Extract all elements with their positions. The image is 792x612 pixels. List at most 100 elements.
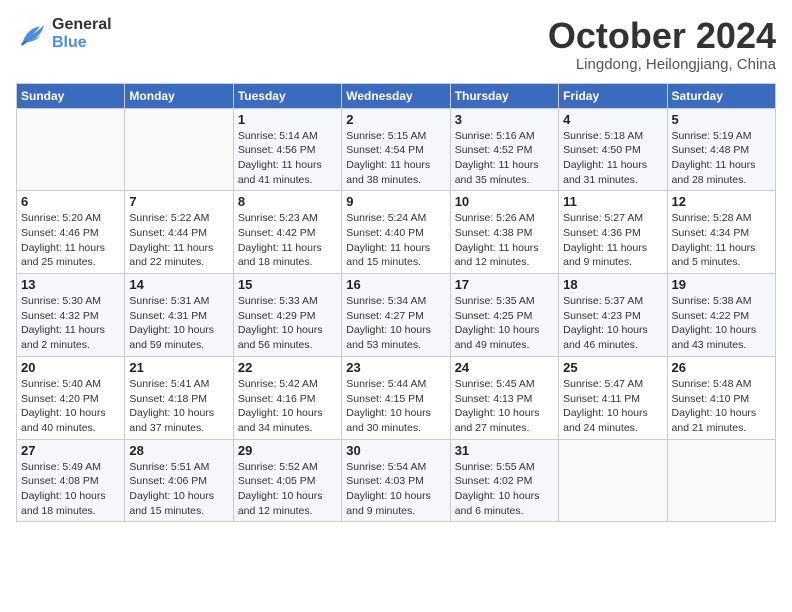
day-number: 5 [672, 112, 771, 127]
day-detail: Sunrise: 5:45 AMSunset: 4:13 PMDaylight:… [455, 377, 554, 436]
calendar-cell: 28 Sunrise: 5:51 AMSunset: 4:06 PMDayligh… [125, 439, 233, 522]
day-number: 3 [455, 112, 554, 127]
day-detail: Sunrise: 5:41 AMSunset: 4:18 PMDaylight:… [129, 377, 228, 436]
calendar-cell: 8 Sunrise: 5:23 AMSunset: 4:42 PMDaylight… [233, 191, 341, 274]
day-number: 1 [238, 112, 337, 127]
day-number: 16 [346, 277, 445, 292]
day-number: 21 [129, 360, 228, 375]
calendar-cell: 11 Sunrise: 5:27 AMSunset: 4:36 PMDayligh… [559, 191, 667, 274]
calendar-cell: 31 Sunrise: 5:55 AMSunset: 4:02 PMDayligh… [450, 439, 558, 522]
day-detail: Sunrise: 5:38 AMSunset: 4:22 PMDaylight:… [672, 294, 771, 353]
day-number: 15 [238, 277, 337, 292]
calendar-cell: 16 Sunrise: 5:34 AMSunset: 4:27 PMDayligh… [342, 274, 450, 357]
day-detail: Sunrise: 5:37 AMSunset: 4:23 PMDaylight:… [563, 294, 662, 353]
day-detail: Sunrise: 5:47 AMSunset: 4:11 PMDaylight:… [563, 377, 662, 436]
logo-icon [16, 20, 48, 48]
day-detail: Sunrise: 5:23 AMSunset: 4:42 PMDaylight:… [238, 211, 337, 270]
day-detail: Sunrise: 5:48 AMSunset: 4:10 PMDaylight:… [672, 377, 771, 436]
day-number: 13 [21, 277, 120, 292]
day-detail: Sunrise: 5:34 AMSunset: 4:27 PMDaylight:… [346, 294, 445, 353]
day-detail: Sunrise: 5:22 AMSunset: 4:44 PMDaylight:… [129, 211, 228, 270]
day-detail: Sunrise: 5:15 AMSunset: 4:54 PMDaylight:… [346, 129, 445, 188]
calendar-cell: 2 Sunrise: 5:15 AMSunset: 4:54 PMDaylight… [342, 108, 450, 191]
calendar-cell: 12 Sunrise: 5:28 AMSunset: 4:34 PMDayligh… [667, 191, 775, 274]
day-number: 26 [672, 360, 771, 375]
day-number: 11 [563, 194, 662, 209]
weekday-header: Wednesday [342, 83, 450, 108]
day-number: 31 [455, 443, 554, 458]
day-number: 2 [346, 112, 445, 127]
weekday-header: Friday [559, 83, 667, 108]
calendar-cell: 23 Sunrise: 5:44 AMSunset: 4:15 PMDayligh… [342, 356, 450, 439]
logo: General Blue [16, 16, 112, 52]
day-number: 8 [238, 194, 337, 209]
calendar-cell: 25 Sunrise: 5:47 AMSunset: 4:11 PMDayligh… [559, 356, 667, 439]
day-number: 4 [563, 112, 662, 127]
calendar-cell: 14Sunrise: 5:31 AMSunset: 4:31 PMDayligh… [125, 274, 233, 357]
calendar-cell: 27 Sunrise: 5:49 AMSunset: 4:08 PMDayligh… [17, 439, 125, 522]
calendar-cell: 9Sunrise: 5:24 AMSunset: 4:40 PMDaylight… [342, 191, 450, 274]
location-subtitle: Lingdong, Heilongjiang, China [548, 56, 776, 73]
day-number: 19 [672, 277, 771, 292]
day-number: 17 [455, 277, 554, 292]
day-detail: Sunrise: 5:16 AMSunset: 4:52 PMDaylight:… [455, 129, 554, 188]
calendar-cell [125, 108, 233, 191]
day-detail: Sunrise: 5:55 AMSunset: 4:02 PMDaylight:… [455, 460, 554, 519]
day-number: 12 [672, 194, 771, 209]
day-detail: Sunrise: 5:28 AMSunset: 4:34 PMDaylight:… [672, 211, 771, 270]
day-detail: Sunrise: 5:19 AMSunset: 4:48 PMDaylight:… [672, 129, 771, 188]
logo-text: General Blue [52, 16, 112, 52]
day-number: 18 [563, 277, 662, 292]
calendar-cell: 30Sunrise: 5:54 AMSunset: 4:03 PMDayligh… [342, 439, 450, 522]
title-block: October 2024 Lingdong, Heilongjiang, Chi… [548, 16, 776, 73]
day-number: 23 [346, 360, 445, 375]
day-number: 6 [21, 194, 120, 209]
day-number: 27 [21, 443, 120, 458]
calendar-week-row: 27 Sunrise: 5:49 AMSunset: 4:08 PMDayligh… [17, 439, 776, 522]
calendar-cell: 13Sunrise: 5:30 AMSunset: 4:32 PMDayligh… [17, 274, 125, 357]
calendar-cell: 7Sunrise: 5:22 AMSunset: 4:44 PMDaylight… [125, 191, 233, 274]
day-detail: Sunrise: 5:49 AMSunset: 4:08 PMDaylight:… [21, 460, 120, 519]
calendar-week-row: 20 Sunrise: 5:40 AMSunset: 4:20 PMDayligh… [17, 356, 776, 439]
calendar-cell: 10Sunrise: 5:26 AMSunset: 4:38 PMDayligh… [450, 191, 558, 274]
calendar-cell: 1 Sunrise: 5:14 AMSunset: 4:56 PMDaylight… [233, 108, 341, 191]
weekday-header: Monday [125, 83, 233, 108]
calendar-cell: 29Sunrise: 5:52 AMSunset: 4:05 PMDayligh… [233, 439, 341, 522]
day-number: 20 [21, 360, 120, 375]
calendar-cell: 4Sunrise: 5:18 AMSunset: 4:50 PMDaylight… [559, 108, 667, 191]
day-detail: Sunrise: 5:42 AMSunset: 4:16 PMDaylight:… [238, 377, 337, 436]
calendar-cell: 20 Sunrise: 5:40 AMSunset: 4:20 PMDayligh… [17, 356, 125, 439]
day-number: 14 [129, 277, 228, 292]
day-detail: Sunrise: 5:51 AMSunset: 4:06 PMDaylight:… [129, 460, 228, 519]
calendar-cell: 19 Sunrise: 5:38 AMSunset: 4:22 PMDayligh… [667, 274, 775, 357]
weekday-header: Saturday [667, 83, 775, 108]
day-number: 25 [563, 360, 662, 375]
calendar-cell: 24Sunrise: 5:45 AMSunset: 4:13 PMDayligh… [450, 356, 558, 439]
calendar-cell: 5 Sunrise: 5:19 AMSunset: 4:48 PMDaylight… [667, 108, 775, 191]
day-number: 22 [238, 360, 337, 375]
weekday-header: Tuesday [233, 83, 341, 108]
day-detail: Sunrise: 5:27 AMSunset: 4:36 PMDaylight:… [563, 211, 662, 270]
page-header: General Blue October 2024 Lingdong, Heil… [16, 16, 776, 73]
day-number: 29 [238, 443, 337, 458]
day-number: 28 [129, 443, 228, 458]
calendar-cell: 15 Sunrise: 5:33 AMSunset: 4:29 PMDayligh… [233, 274, 341, 357]
calendar-cell: 17Sunrise: 5:35 AMSunset: 4:25 PMDayligh… [450, 274, 558, 357]
calendar-table: SundayMondayTuesdayWednesdayThursdayFrid… [16, 83, 776, 523]
calendar-cell: 21 Sunrise: 5:41 AMSunset: 4:18 PMDayligh… [125, 356, 233, 439]
weekday-header: Thursday [450, 83, 558, 108]
day-detail: Sunrise: 5:14 AMSunset: 4:56 PMDaylight:… [238, 129, 337, 188]
calendar-cell: 22 Sunrise: 5:42 AMSunset: 4:16 PMDayligh… [233, 356, 341, 439]
day-detail: Sunrise: 5:40 AMSunset: 4:20 PMDaylight:… [21, 377, 120, 436]
day-number: 9 [346, 194, 445, 209]
day-detail: Sunrise: 5:33 AMSunset: 4:29 PMDaylight:… [238, 294, 337, 353]
day-number: 10 [455, 194, 554, 209]
day-detail: Sunrise: 5:20 AMSunset: 4:46 PMDaylight:… [21, 211, 120, 270]
calendar-week-row: 1 Sunrise: 5:14 AMSunset: 4:56 PMDaylight… [17, 108, 776, 191]
calendar-cell: 6 Sunrise: 5:20 AMSunset: 4:46 PMDaylight… [17, 191, 125, 274]
day-detail: Sunrise: 5:44 AMSunset: 4:15 PMDaylight:… [346, 377, 445, 436]
day-detail: Sunrise: 5:54 AMSunset: 4:03 PMDaylight:… [346, 460, 445, 519]
calendar-week-row: 13Sunrise: 5:30 AMSunset: 4:32 PMDayligh… [17, 274, 776, 357]
calendar-header-row: SundayMondayTuesdayWednesdayThursdayFrid… [17, 83, 776, 108]
calendar-cell: 3 Sunrise: 5:16 AMSunset: 4:52 PMDaylight… [450, 108, 558, 191]
